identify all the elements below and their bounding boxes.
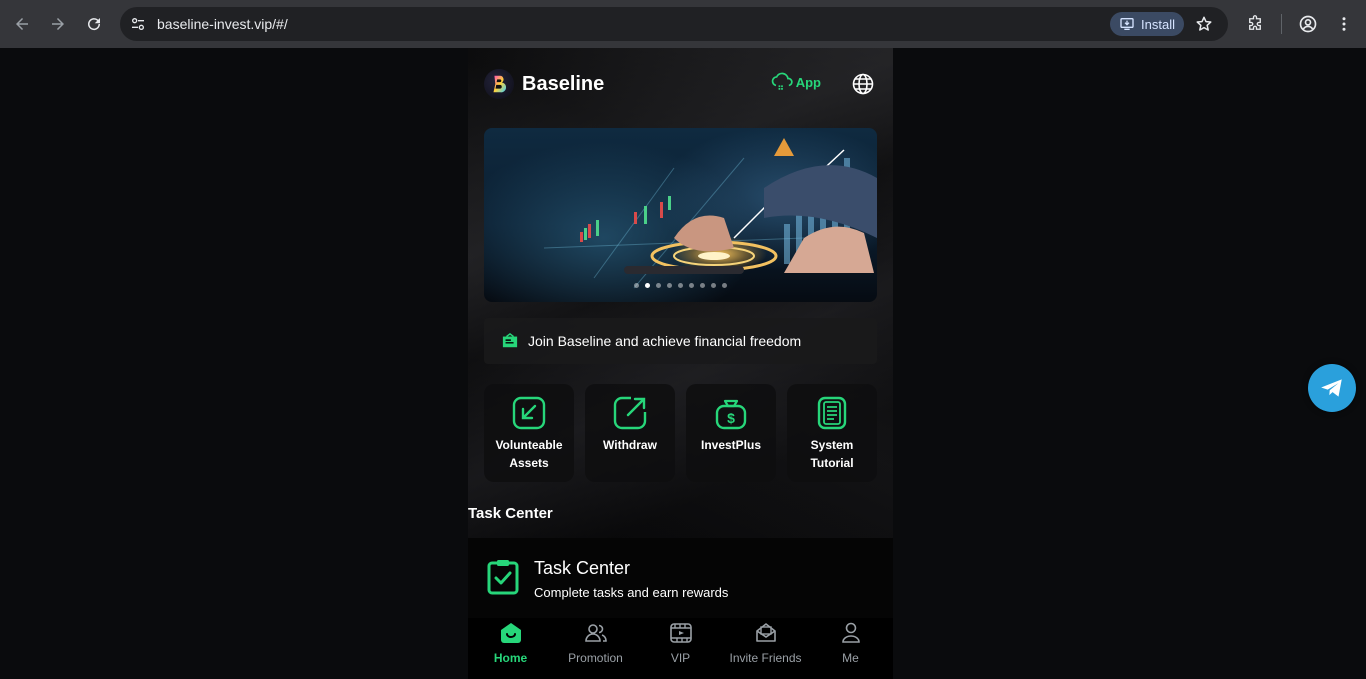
nav-invite-friends[interactable]: Invite Friends — [726, 620, 806, 665]
app-download-label: App — [795, 74, 821, 90]
carousel-dot[interactable] — [645, 283, 650, 288]
carousel-indicators — [634, 283, 727, 288]
bookmark-star-button[interactable] — [1192, 12, 1216, 36]
money-bag-icon: $ — [712, 394, 750, 432]
nav-promotion[interactable]: Promotion — [556, 620, 636, 665]
quick-action-label: Withdraw — [603, 438, 657, 452]
app-viewport: Baseline App Join Baseline and achieve f… — [468, 48, 893, 679]
install-label: Install — [1141, 16, 1175, 32]
arrow-left-icon — [16, 18, 28, 30]
task-center-card[interactable]: Task Center Complete tasks and earn rewa… — [468, 538, 893, 618]
reload-button[interactable] — [76, 6, 112, 42]
banner-image — [543, 138, 877, 289]
nav-label: Promotion — [568, 651, 623, 665]
arrow-right-icon — [52, 18, 64, 30]
language-button[interactable] — [849, 70, 877, 98]
quick-actions: Volunteable Assets Withdraw $ InvestPlus… — [484, 384, 877, 482]
nav-home[interactable]: Home — [471, 620, 551, 665]
kebab-menu-icon — [1342, 17, 1346, 31]
task-card-subtitle: Complete tasks and earn rewards — [534, 585, 729, 600]
quick-action-label: Volunteable Assets — [495, 438, 563, 470]
quick-action-system-tutorial[interactable]: System Tutorial — [787, 384, 877, 482]
document-icon — [813, 394, 851, 432]
task-card-title: Task Center — [534, 558, 631, 578]
quick-action-volunteable-assets[interactable]: Volunteable Assets — [484, 384, 574, 482]
quick-action-withdraw[interactable]: Withdraw — [585, 384, 675, 482]
telegram-icon — [1321, 379, 1342, 397]
install-button[interactable]: Install — [1110, 12, 1184, 36]
telegram-button[interactable] — [1308, 364, 1356, 412]
carousel-dot[interactable] — [711, 283, 716, 288]
nav-label: Invite Friends — [729, 651, 802, 665]
toolbar-divider — [1281, 14, 1282, 34]
address-bar[interactable]: baseline-invest.vip/#/ Install — [120, 7, 1228, 41]
profile-icon — [1299, 15, 1317, 33]
browser-toolbar: baseline-invest.vip/#/ Install — [0, 0, 1366, 48]
cloud-download-icon — [771, 72, 793, 90]
nav-me[interactable]: Me — [811, 620, 891, 665]
notice-bar[interactable]: Join Baseline and achieve financial free… — [484, 318, 877, 364]
video-icon — [668, 620, 694, 646]
install-icon — [1120, 18, 1134, 30]
announcement-icon — [500, 331, 520, 351]
carousel-dot[interactable] — [722, 283, 727, 288]
promo-banner[interactable] — [484, 128, 877, 302]
home-icon — [498, 620, 524, 646]
arrow-down-left-icon — [510, 394, 548, 432]
forward-button[interactable] — [40, 6, 76, 42]
app-download-button[interactable]: App — [770, 72, 821, 92]
notice-text: Join Baseline and achieve financial free… — [528, 333, 802, 349]
bottom-navigation: Home Promotion VIP Invite Friends Me — [468, 618, 893, 679]
url-text[interactable]: baseline-invest.vip/#/ — [157, 16, 288, 32]
star-icon — [1196, 16, 1212, 31]
reload-icon — [88, 18, 101, 31]
nav-label: Me — [842, 651, 859, 665]
back-button[interactable] — [4, 6, 40, 42]
carousel-dot[interactable] — [689, 283, 694, 288]
svg-text:$: $ — [727, 410, 735, 426]
section-title: Task Center — [468, 505, 553, 522]
carousel-dot[interactable] — [667, 283, 672, 288]
globe-icon — [852, 73, 874, 95]
quick-action-label: InvestPlus — [700, 438, 762, 452]
site-info-icon[interactable] — [123, 9, 153, 39]
nav-label: VIP — [670, 651, 691, 665]
app-header: Baseline App — [484, 68, 877, 100]
carousel-dot[interactable] — [700, 283, 705, 288]
clipboard-check-icon — [486, 558, 522, 598]
puzzle-icon — [1249, 15, 1261, 30]
brand-logo-icon — [484, 69, 514, 99]
profile-button[interactable] — [1290, 6, 1326, 42]
menu-button[interactable] — [1326, 6, 1362, 42]
brand-name: Baseline — [522, 72, 605, 95]
envelope-icon — [753, 620, 779, 646]
arrow-up-right-icon — [611, 394, 649, 432]
quick-action-label: System Tutorial — [810, 438, 854, 470]
carousel-dot[interactable] — [678, 283, 683, 288]
quick-action-investplus[interactable]: $ InvestPlus — [686, 384, 776, 482]
toolbar-right — [1237, 6, 1366, 42]
user-icon — [838, 620, 864, 646]
nav-vip[interactable]: VIP — [641, 620, 721, 665]
carousel-dot[interactable] — [656, 283, 661, 288]
extensions-button[interactable] — [1237, 6, 1273, 42]
nav-label: Home — [493, 651, 528, 665]
users-icon — [583, 620, 609, 646]
carousel-dot[interactable] — [634, 283, 639, 288]
